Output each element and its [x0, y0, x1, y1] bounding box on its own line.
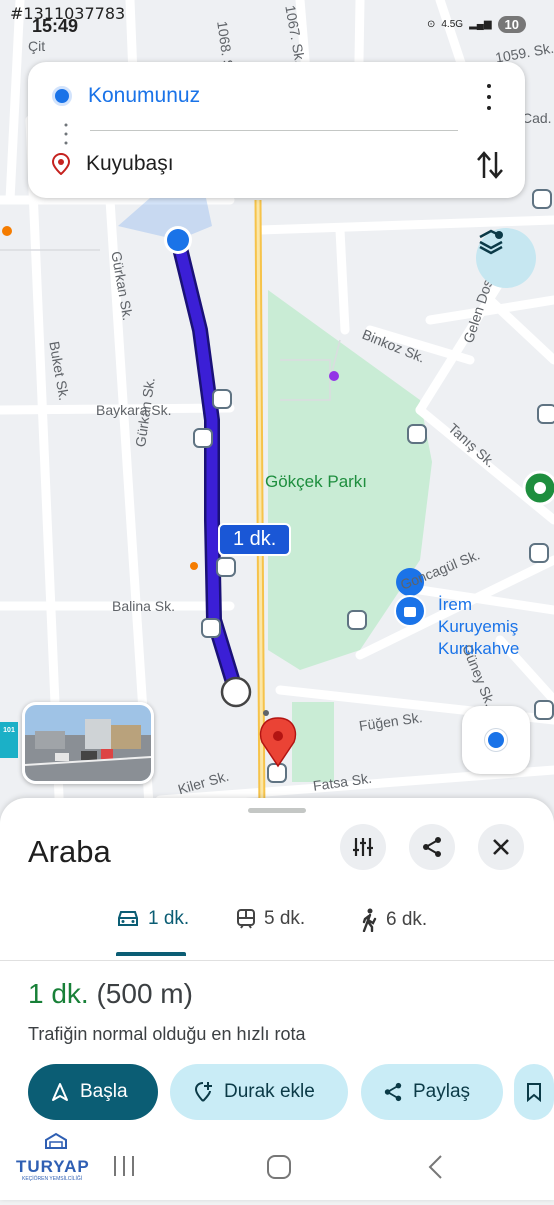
your-location-icon [52, 86, 72, 106]
tabs-divider [0, 960, 554, 961]
start-button[interactable]: Başla [28, 1064, 158, 1120]
street-label: Balina Sk. [112, 598, 176, 614]
street-label: Cad. [522, 110, 552, 126]
status-icons: ⊙ 4.5G ▂▄▆ 10 [427, 16, 526, 33]
swap-button[interactable] [475, 148, 505, 182]
status-bar: 15:49 #1311037783 ⊙ 4.5G ▂▄▆ 10 [0, 0, 554, 44]
tab-walk[interactable]: 6 dk. [360, 908, 427, 932]
field-divider [90, 130, 458, 131]
poi-name: Kurukahve [438, 639, 520, 658]
park-label[interactable]: Gökçek Parkı [265, 472, 367, 492]
tab-car[interactable]: 1 dk. [116, 908, 189, 930]
origin-label: Konumunuz [88, 84, 201, 107]
battery-badge: 10 [497, 16, 526, 33]
tab-walk-label: 6 dk. [386, 909, 428, 930]
navigation-arrow-icon [52, 1083, 68, 1101]
route-duration: 1 dk. [28, 978, 89, 1009]
tune-icon [353, 838, 373, 856]
route-options-button[interactable] [340, 824, 386, 870]
back-icon [428, 1155, 442, 1179]
poi-label[interactable]: İrem Kuruyemiş Kurukahve [438, 594, 554, 660]
signal-icon: ▂▄▆ [469, 19, 492, 30]
destination-field[interactable]: Kuyubaşı [52, 152, 174, 176]
drag-handle[interactable] [248, 808, 306, 813]
travel-mode-tabs: 1 dk. 5 dk. 6 dk. [0, 898, 554, 956]
add-stop-button[interactable]: Durak ekle [170, 1064, 348, 1120]
network-label: 4.5G [441, 19, 464, 30]
route-summary: 1 dk. (500 m) [28, 978, 193, 1010]
transit-icon [237, 909, 255, 929]
street-view-image [25, 705, 151, 781]
action-buttons: Başla Durak ekle Paylaş [28, 1064, 554, 1122]
recent-apps-icon [114, 1156, 134, 1176]
active-tab-indicator [116, 952, 186, 956]
start-label: Başla [80, 1081, 128, 1102]
more-options-button[interactable] [479, 84, 499, 110]
my-location-button[interactable] [462, 706, 530, 774]
add-stop-label: Durak ekle [224, 1081, 315, 1102]
tab-transit-label: 5 dk. [264, 908, 306, 929]
share-label: Paylaş [413, 1081, 471, 1102]
watermark-text: #1311037783 [10, 4, 126, 23]
walk-icon [362, 908, 377, 932]
sheet-title: Araba [28, 834, 111, 869]
svg-text:KEÇİÖREN YEMSİLCİLİĞİ: KEÇİÖREN YEMSİLCİLİĞİ [22, 1175, 82, 1182]
share-icon [384, 1082, 402, 1102]
location-status-icon: ⊙ [426, 19, 436, 30]
route-time-bubble: 1 dk. [218, 523, 292, 556]
bookmark-icon [527, 1083, 541, 1102]
close-icon [493, 839, 509, 855]
share-route-button[interactable]: Paylaş [361, 1064, 503, 1120]
destination-pin-icon [52, 153, 70, 175]
layers-icon [479, 229, 503, 255]
car-icon [118, 911, 138, 926]
origin-field[interactable]: Konumunuz [52, 84, 200, 108]
share-icon [423, 837, 441, 857]
route-distance: (500 m) [96, 978, 193, 1009]
poi-name: İrem Kuruyemiş [438, 595, 519, 636]
swap-icon [477, 151, 503, 179]
tab-car-label: 1 dk. [148, 908, 190, 929]
turyap-logo: TURYAP KEÇİÖREN YEMSİLCİLİĞİ [12, 1132, 102, 1184]
svg-text:TURYAP: TURYAP [16, 1157, 90, 1176]
location-icon [485, 729, 507, 751]
layers-button[interactable] [476, 228, 536, 288]
destination-label: Kuyubaşı [86, 152, 174, 175]
share-button[interactable] [409, 824, 455, 870]
close-button[interactable] [478, 824, 524, 870]
connector-dots [64, 122, 68, 151]
street-view-thumbnail[interactable] [22, 702, 154, 784]
tab-transit[interactable]: 5 dk. [236, 908, 305, 930]
save-button[interactable] [514, 1064, 554, 1120]
route-description: Trafiğin normal olduğu en hızlı rota [28, 1024, 306, 1044]
home-icon [267, 1155, 291, 1179]
street-label: Baykara Sk. [96, 402, 172, 418]
add-location-icon [194, 1082, 212, 1102]
store-logo-icon: 101 [0, 722, 18, 758]
more-vert-icon [487, 84, 491, 88]
directions-card: Konumunuz Kuyubaşı [28, 62, 525, 198]
